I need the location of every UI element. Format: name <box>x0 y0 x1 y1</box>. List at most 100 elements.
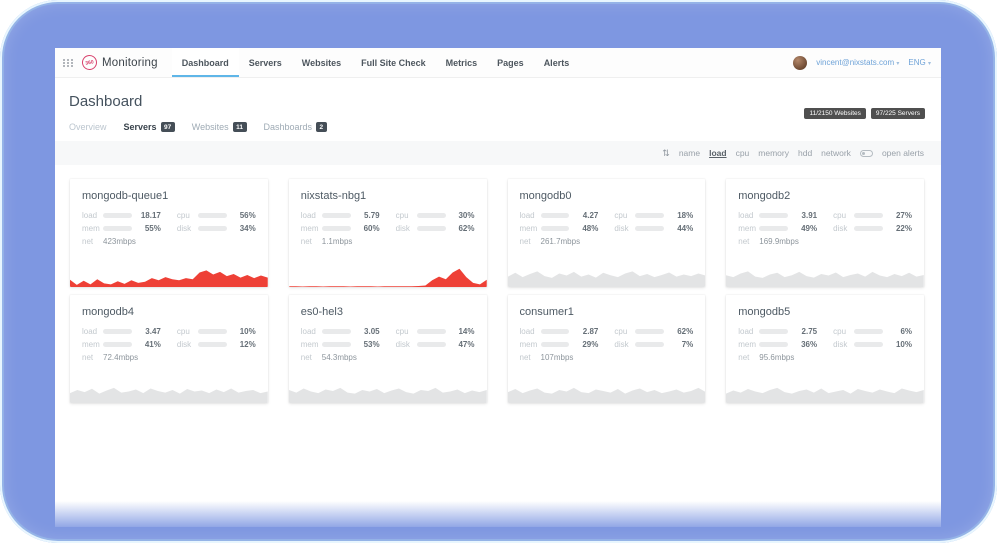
metric-bar <box>541 213 570 218</box>
server-card[interactable]: es0-hel3load3.05cpu14%mem53%disk47%net54… <box>289 295 487 403</box>
tab-servers[interactable]: Servers97 <box>124 122 175 132</box>
server-name: mongodb-queue1 <box>70 179 268 202</box>
metric-label: net <box>301 353 322 362</box>
logo[interactable]: 360 Monitoring <box>82 55 158 70</box>
server-card[interactable]: consumer1load2.87cpu62%mem29%disk7%net10… <box>508 295 706 403</box>
metric-label: load <box>82 211 103 220</box>
nav-item-servers[interactable]: Servers <box>239 48 292 77</box>
sparkline-chart <box>508 377 706 403</box>
metric-value: 47% <box>452 340 475 349</box>
server-card[interactable]: mongodb4load3.47cpu10%mem41%disk12%net72… <box>70 295 268 403</box>
summary-badge: 97/225 Servers <box>871 108 925 119</box>
logo-wordmark: Monitoring <box>102 57 158 69</box>
metric-value: 56% <box>233 211 256 220</box>
server-card[interactable]: mongodb5load2.75cpu6%mem36%disk10%net95.… <box>726 295 924 403</box>
metric-bar <box>854 329 883 334</box>
metric-value: 12% <box>233 340 256 349</box>
server-card[interactable]: mongodb-queue1load18.17cpu56%mem55%disk3… <box>70 179 268 287</box>
sort-icon[interactable]: ⇅ <box>662 148 670 159</box>
metric-disk: disk22% <box>833 224 912 233</box>
user-avatar[interactable] <box>793 56 807 70</box>
metric-cpu: cpu10% <box>177 327 256 336</box>
metric-value: 62% <box>452 224 475 233</box>
metric-value: 7% <box>670 340 693 349</box>
metric-value: 72.4mbps <box>103 353 138 362</box>
language-menu[interactable]: ENG ▾ <box>908 58 931 67</box>
metric-cpu: cpu62% <box>614 327 693 336</box>
metric-value: 41% <box>138 340 161 349</box>
metric-net: net72.4mbps <box>82 353 161 362</box>
metric-value: 4.27 <box>575 211 598 220</box>
metric-net: net54.3mbps <box>301 353 380 362</box>
user-menu[interactable]: vincent@nixstats.com ▾ <box>816 58 899 67</box>
sort-option-memory[interactable]: memory <box>758 148 789 158</box>
metric-mem: mem55% <box>82 224 161 233</box>
metric-net: net95.6mbps <box>738 353 817 362</box>
nav-item-full-site-check[interactable]: Full Site Check <box>351 48 436 77</box>
metric-value: 6% <box>889 327 912 336</box>
tab-dashboards[interactable]: Dashboards2 <box>264 122 327 132</box>
metric-cpu: cpu18% <box>614 211 693 220</box>
metric-load: load3.91 <box>738 211 817 220</box>
open-alerts-toggle[interactable] <box>860 150 873 157</box>
metric-value: 53% <box>357 340 380 349</box>
server-metrics: load3.05cpu14%mem53%disk47%net54.3mbps <box>289 327 487 362</box>
sparkline-chart <box>70 261 268 287</box>
sort-option-name[interactable]: name <box>679 148 700 158</box>
metric-disk: disk47% <box>396 340 475 349</box>
tab-overview[interactable]: Overview <box>69 122 107 132</box>
metric-label: cpu <box>833 327 854 336</box>
chevron-down-icon: ▾ <box>896 61 899 67</box>
metric-value: 14% <box>452 327 475 336</box>
nav-item-dashboard[interactable]: Dashboard <box>172 48 239 77</box>
sort-option-load[interactable]: load <box>709 148 726 158</box>
metric-bar <box>635 226 664 231</box>
metric-label: disk <box>396 224 417 233</box>
metric-load: load2.87 <box>520 327 599 336</box>
metric-value: 261.7mbps <box>541 237 581 246</box>
metric-label: disk <box>614 224 635 233</box>
page-header: Dashboard 11/2150 Websites97/225 Servers <box>55 78 941 110</box>
nav-item-alerts[interactable]: Alerts <box>534 48 580 77</box>
metric-load: load2.75 <box>738 327 817 336</box>
metric-bar <box>854 213 883 218</box>
metric-mem: mem48% <box>520 224 599 233</box>
server-metrics: load4.27cpu18%mem48%disk44%net261.7mbps <box>508 211 706 246</box>
metric-value: 54.3mbps <box>322 353 357 362</box>
server-card[interactable]: mongodb2load3.91cpu27%mem49%disk22%net16… <box>726 179 924 287</box>
server-card[interactable]: nixstats-nbg1load5.79cpu30%mem60%disk62%… <box>289 179 487 287</box>
metric-label: load <box>82 327 103 336</box>
metric-bar <box>322 213 351 218</box>
server-card[interactable]: mongodb0load4.27cpu18%mem48%disk44%net26… <box>508 179 706 287</box>
metric-net: net107mbps <box>520 353 599 362</box>
sparkline-chart <box>726 261 924 287</box>
metric-bar <box>635 342 664 347</box>
metric-label: mem <box>82 340 103 349</box>
metric-disk: disk 62% <box>396 224 475 233</box>
metric-mem: mem53% <box>301 340 380 349</box>
metric-value: 44% <box>670 224 693 233</box>
metric-bar <box>854 342 883 347</box>
metric-label: cpu <box>614 211 635 220</box>
metric-value: 3.47 <box>138 327 161 336</box>
metric-bar <box>103 213 132 218</box>
tab-websites[interactable]: Websites11 <box>192 122 247 132</box>
server-name: mongodb2 <box>726 179 924 202</box>
nav-item-pages[interactable]: Pages <box>487 48 534 77</box>
sort-option-network[interactable]: network <box>821 148 851 158</box>
metric-label: net <box>82 353 103 362</box>
app-grid-icon[interactable] <box>63 59 74 67</box>
server-name: mongodb0 <box>508 179 706 202</box>
nav-item-websites[interactable]: Websites <box>292 48 351 77</box>
metric-bar <box>759 342 788 347</box>
metric-label: mem <box>520 340 541 349</box>
nav-item-metrics[interactable]: Metrics <box>436 48 488 77</box>
sort-option-cpu[interactable]: cpu <box>736 148 750 158</box>
metric-load: load 3.47 <box>82 327 161 336</box>
open-alerts-label[interactable]: open alerts <box>882 148 924 158</box>
sort-option-hdd[interactable]: hdd <box>798 148 812 158</box>
metric-load: load5.79 <box>301 211 380 220</box>
metric-net: net1.1mbps <box>301 237 380 246</box>
metric-bar <box>541 226 570 231</box>
metric-label: net <box>520 353 541 362</box>
